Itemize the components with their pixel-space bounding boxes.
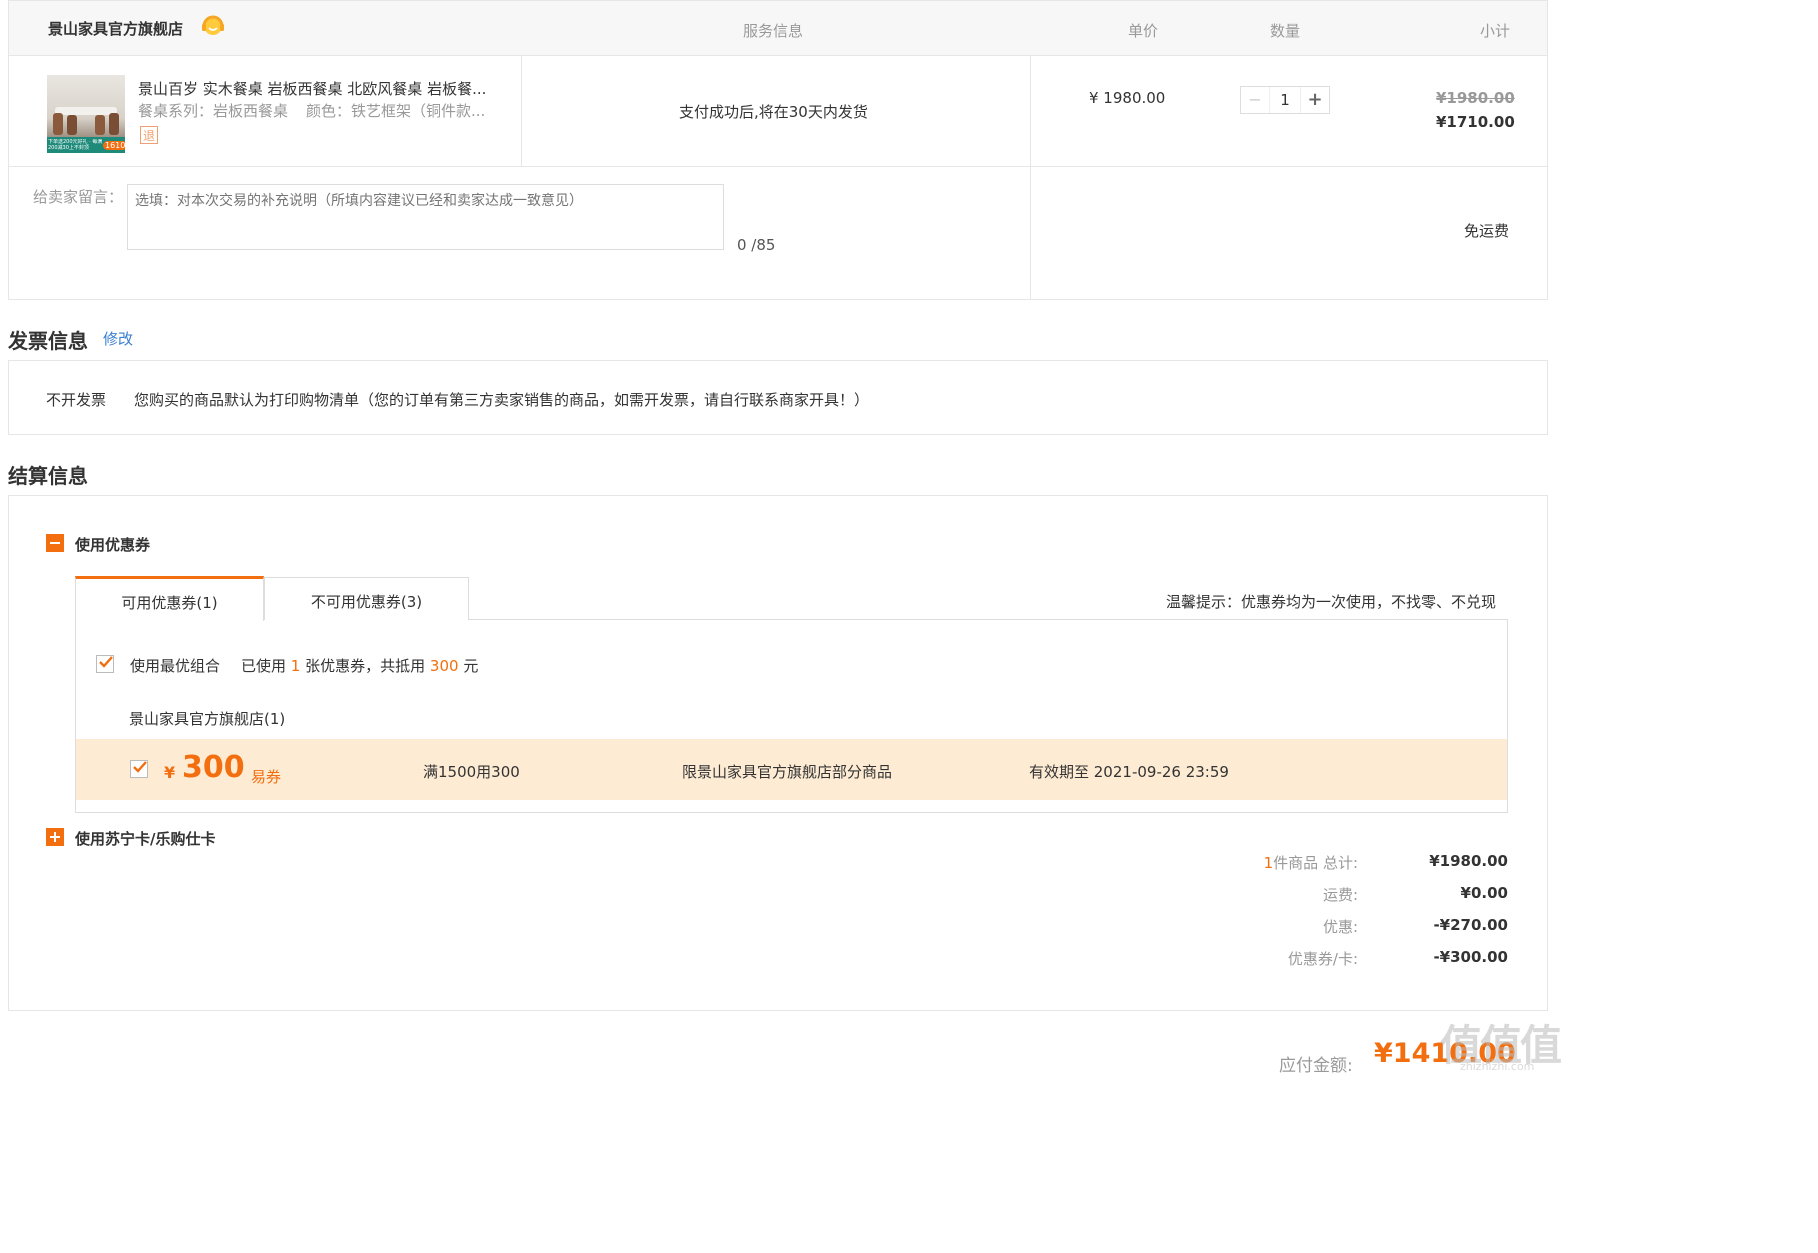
summary-coupon-value: -¥300.00 bbox=[1433, 948, 1508, 966]
shipping-free: 免运费 bbox=[1464, 222, 1510, 240]
summary-items-text: 件商品 总计: bbox=[1273, 854, 1358, 872]
product-spec-color: 颜色：铁艺框架（铜件款... bbox=[306, 102, 486, 120]
message-label: 给卖家留言： bbox=[33, 188, 124, 206]
product-image-badge: 1610 bbox=[103, 141, 125, 150]
header-quantity: 数量 bbox=[1270, 22, 1301, 40]
summary-discount-label: 优惠: bbox=[1322, 918, 1358, 936]
coupon-currency: ¥ bbox=[164, 763, 176, 782]
unit-price: ¥ 1980.00 bbox=[1089, 89, 1166, 107]
summary-shipping-label: 运费: bbox=[1322, 886, 1358, 904]
summary-coupon-label: 优惠券/卡: bbox=[1287, 950, 1358, 968]
customer-service-icon[interactable] bbox=[200, 14, 226, 38]
subtotal: ¥1710.00 bbox=[1436, 113, 1515, 131]
summary-items-label: 1件商品 总计: bbox=[1264, 852, 1358, 873]
summary-discount-value: -¥270.00 bbox=[1433, 916, 1508, 934]
coupon-scope: 限景山家具官方旗舰店部分商品 bbox=[682, 763, 893, 781]
service-info: 支付成功后,将在30天内发货 bbox=[679, 103, 868, 121]
best-combo-used-summary: 已使用 1 张优惠券，共抵用 300 元 bbox=[241, 655, 478, 676]
return-badge: 退 bbox=[140, 126, 158, 144]
invoice-note: 您购买的商品默认为打印购物清单（您的订单有第三方卖家销售的商品，如需开发票，请自… bbox=[134, 391, 870, 409]
qty-input[interactable]: 1 bbox=[1269, 87, 1301, 113]
coupon-amount: 300 bbox=[182, 750, 245, 785]
product-title[interactable]: 景山百岁 实木餐桌 岩板西餐桌 北欧风餐桌 岩板餐... bbox=[138, 78, 486, 99]
original-subtotal: ¥1980.00 bbox=[1436, 89, 1515, 107]
coupon-checkbox[interactable] bbox=[130, 760, 148, 778]
summary-items-count: 1 bbox=[1263, 854, 1274, 872]
settlement-title: 结算信息 bbox=[8, 464, 88, 488]
coupon-tip: 温馨提示：优惠券均为一次使用，不找零、不兑现 bbox=[1166, 593, 1497, 611]
header-unit-price: 单价 bbox=[1128, 22, 1159, 40]
coupon-type: 易券 bbox=[251, 768, 282, 786]
product-image-caption: 下单送200元好礼 · 每满200减30上不封顶 bbox=[48, 139, 103, 151]
coupon-condition: 满1500用300 bbox=[423, 763, 520, 781]
coupon-store-group: 景山家具官方旗舰店(1) bbox=[129, 710, 286, 728]
product-image-table-graphic bbox=[55, 107, 117, 115]
tab-available-label: 可用优惠券(1) bbox=[121, 594, 218, 612]
best-combo-label[interactable]: 使用最优组合 bbox=[130, 655, 220, 676]
collapse-coupon-icon[interactable] bbox=[46, 534, 64, 552]
payable-label: 应付金额: bbox=[1279, 1056, 1353, 1076]
best-combo-checkbox[interactable] bbox=[96, 655, 114, 673]
product-spec-series: 餐桌系列：岩板西餐桌 bbox=[138, 102, 289, 120]
header-service: 服务信息 bbox=[743, 22, 804, 40]
coupon-section-title[interactable]: 使用优惠券 bbox=[75, 534, 150, 555]
summary-shipping-value: ¥0.00 bbox=[1460, 884, 1508, 902]
qty-minus-button[interactable]: − bbox=[1241, 87, 1269, 113]
invoice-type: 不开发票 bbox=[46, 391, 107, 409]
tab-available-coupons[interactable]: 可用优惠券(1) bbox=[75, 576, 264, 621]
message-counter: 0 /85 bbox=[737, 236, 776, 254]
header-subtotal: 小计 bbox=[1480, 22, 1511, 40]
store-name[interactable]: 景山家具官方旗舰店 bbox=[48, 18, 183, 39]
watermark-logo: 值 值 值 zhizhizhi.com bbox=[1440, 1012, 1565, 1074]
tab-unavailable-coupons[interactable]: 不可用优惠券(3) bbox=[264, 577, 469, 620]
used-suffix: 元 bbox=[463, 657, 479, 675]
used-amount: 300 bbox=[429, 657, 459, 675]
used-mid: 张优惠券，共抵用 bbox=[305, 657, 426, 675]
watermark-site: zhizhizhi.com bbox=[1460, 1060, 1535, 1073]
expand-card-icon[interactable] bbox=[46, 828, 64, 846]
message-textarea[interactable] bbox=[127, 184, 724, 250]
qty-plus-button[interactable]: + bbox=[1301, 87, 1329, 113]
product-image[interactable]: 下单送200元好礼 · 每满200减30上不封顶 1610 bbox=[47, 75, 125, 153]
card-section-title[interactable]: 使用苏宁卡/乐购仕卡 bbox=[75, 828, 215, 849]
invoice-edit-link[interactable]: 修改 bbox=[103, 328, 133, 349]
used-prefix: 已使用 bbox=[241, 657, 287, 675]
order-summary: 1件商品 总计: ¥1980.00 运费: ¥0.00 优惠: -¥270.00… bbox=[1200, 850, 1510, 970]
used-count: 1 bbox=[290, 657, 301, 675]
tab-unavailable-label: 不可用优惠券(3) bbox=[310, 593, 423, 611]
invoice-title: 发票信息 bbox=[8, 329, 88, 353]
quantity-stepper: − 1 + bbox=[1240, 86, 1330, 114]
coupon-expiry: 有效期至 2021-09-26 23:59 bbox=[1029, 763, 1229, 781]
summary-items-total: ¥1980.00 bbox=[1429, 852, 1508, 870]
